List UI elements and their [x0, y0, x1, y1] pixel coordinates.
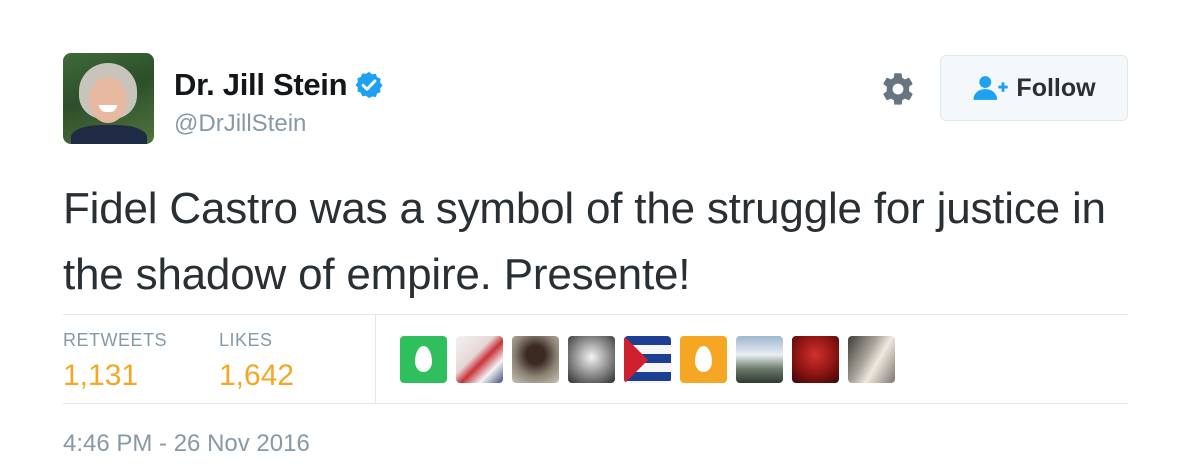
name-row: Dr. Jill Stein: [174, 67, 384, 103]
liker-avatar[interactable]: [400, 336, 447, 383]
likes-count: 1,642: [219, 359, 295, 392]
stats-divider-bottom: [63, 403, 1128, 404]
tweet-text: Fidel Castro was a symbol of the struggl…: [63, 184, 1106, 299]
stats-divider-top: [63, 314, 1128, 315]
tweet-timestamp[interactable]: 4:46 PM - 26 Nov 2016: [63, 430, 310, 458]
default-egg-icon: [695, 346, 712, 372]
likes-label: LIKES: [219, 330, 273, 350]
user-avatar[interactable]: [63, 53, 154, 144]
verified-badge-icon: [355, 71, 383, 99]
user-handle[interactable]: @DrJillStein: [174, 110, 306, 138]
liker-avatar[interactable]: [568, 336, 615, 383]
liker-avatar[interactable]: [736, 336, 783, 383]
follow-button[interactable]: Follow: [940, 55, 1128, 121]
liker-avatar[interactable]: [512, 336, 559, 383]
liker-avatar[interactable]: [848, 336, 895, 383]
liker-avatar[interactable]: [624, 336, 671, 383]
stats-divider-vertical: [375, 315, 376, 403]
display-name[interactable]: Dr. Jill Stein: [174, 67, 348, 103]
tweet-card: Dr. Jill Stein @DrJillStein Follow Fidel…: [0, 0, 1200, 472]
avatar-shirt: [71, 125, 147, 144]
liker-avatar[interactable]: [792, 336, 839, 383]
liker-avatars: [400, 336, 895, 383]
follow-label: Follow: [1016, 73, 1096, 102]
gear-icon[interactable]: [880, 71, 916, 107]
retweets-count: 1,131: [63, 359, 139, 392]
liker-avatar[interactable]: [456, 336, 503, 383]
retweets-label: RETWEETS: [63, 330, 168, 350]
avatar-face: [89, 77, 127, 123]
default-egg-icon: [415, 346, 432, 372]
likes-stat[interactable]: LIKES 1,642: [219, 330, 294, 393]
flag-triangle: [624, 336, 648, 383]
add-user-icon: [973, 76, 1009, 100]
retweets-stat[interactable]: RETWEETS 1,131: [63, 330, 167, 393]
liker-avatar[interactable]: [680, 336, 727, 383]
